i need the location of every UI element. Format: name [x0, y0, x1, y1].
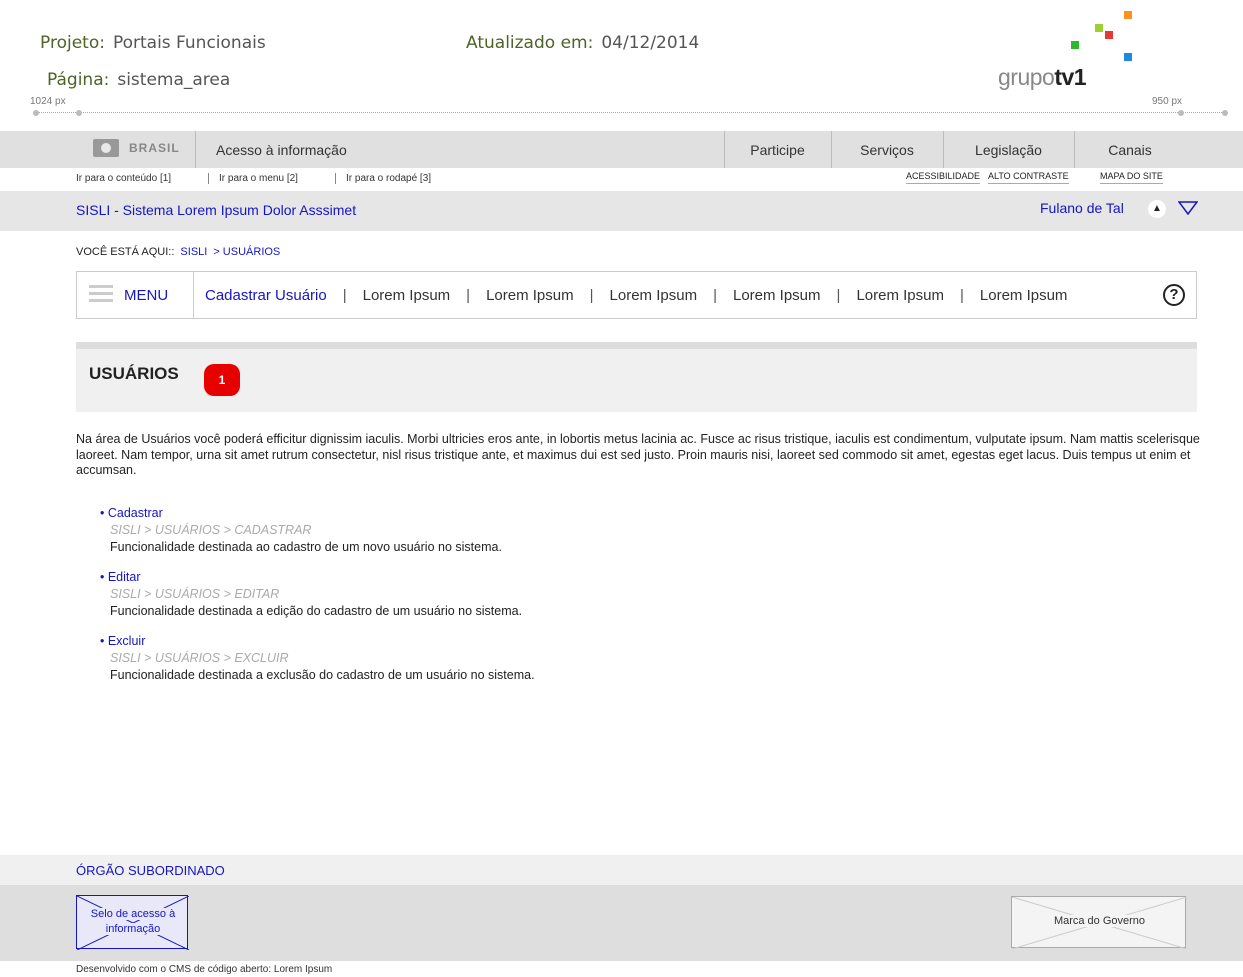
page-title: USUÁRIOS	[89, 364, 179, 383]
system-bar: SISLI - Sistema Lorem Ipsum Dolor Asssim…	[0, 191, 1243, 231]
feature-item: • Cadastrar SISLI > USUÁRIOS > CADASTRAR…	[100, 505, 502, 556]
menu-item[interactable]: Lorem Ipsum	[856, 287, 944, 304]
developed-with-text: Desenvolvido com o CMS de código aberto:…	[76, 964, 333, 975]
nav-canais[interactable]: Canais	[1074, 142, 1186, 158]
ruler-dot	[1178, 110, 1184, 116]
page-annotation: Página: sistema_area	[47, 70, 231, 90]
feature-path: SISLI > USUÁRIOS > EDITAR	[110, 587, 280, 601]
ruler-left-label: 1024 px	[30, 96, 66, 107]
accessibility-bar: Ir para o conteúdo [1] Ir para o menu [2…	[0, 168, 1243, 190]
ruler-dot	[76, 110, 82, 116]
brasil-label: BRASIL	[129, 141, 180, 155]
skip-to-footer-link[interactable]: Ir para o rodapé [3]	[335, 173, 431, 184]
menu-separator: |	[466, 287, 471, 304]
access-seal-placeholder[interactable]: Selo de acesso à informação	[76, 895, 189, 950]
skip-to-menu-link[interactable]: Ir para o menu [2]	[208, 173, 298, 184]
user-icon[interactable]: ▲	[1148, 200, 1166, 218]
section-header: USUÁRIOS 1	[76, 349, 1197, 412]
ruler-dot	[33, 110, 39, 116]
feature-link-cadastrar[interactable]: • Cadastrar	[100, 505, 502, 522]
feature-description: Funcionalidade destinada ao cadastro de …	[110, 540, 502, 554]
annotation-badge: 1	[204, 364, 240, 396]
menu-separator: |	[342, 287, 347, 304]
breadcrumb-sisli[interactable]: SISLI	[180, 246, 207, 258]
menu-item[interactable]: Lorem Ipsum	[980, 287, 1068, 304]
menu-separator: |	[959, 287, 964, 304]
feature-item: • Editar SISLI > USUÁRIOS > EDITAR Funci…	[100, 569, 522, 620]
breadcrumb-usuarios[interactable]: > USUÁRIOS	[213, 246, 280, 258]
menu-separator: |	[836, 287, 841, 304]
grupotv1-logo: grupotv1	[998, 6, 1138, 94]
section-rule	[76, 342, 1197, 349]
high-contrast-link[interactable]: ALTO CONTRASTE	[988, 171, 1069, 184]
feature-path: SISLI > USUÁRIOS > EXCLUIR	[110, 651, 289, 665]
menu-label: MENU	[124, 287, 169, 304]
org-bar: ÓRGÃO SUBORDINADO	[0, 855, 1243, 885]
intro-text: Na área de Usuários você poderá efficitu…	[76, 432, 1200, 477]
acesso-informacao-link[interactable]: Acesso à informação	[216, 142, 347, 158]
menu-item[interactable]: Lorem Ipsum	[610, 287, 698, 304]
site-map-link[interactable]: MAPA DO SITE	[1100, 171, 1163, 184]
menu-item[interactable]: Lorem Ipsum	[486, 287, 574, 304]
divider	[195, 131, 196, 168]
menu-item-cadastrar-usuario[interactable]: Cadastrar Usuário	[205, 287, 327, 304]
feature-path: SISLI > USUÁRIOS > CADASTRAR	[110, 523, 312, 537]
feature-link-excluir[interactable]: • Excluir	[100, 633, 535, 650]
feature-item: • Excluir SISLI > USUÁRIOS > EXCLUIR Fun…	[100, 633, 535, 684]
nav-legislacao[interactable]: Legislação	[943, 142, 1074, 158]
chevron-down-icon[interactable]	[1178, 201, 1198, 215]
accessibility-link[interactable]: ACESSIBILIDADE	[906, 171, 981, 184]
user-name[interactable]: Fulano de Tal	[1040, 200, 1124, 216]
brand-label: Marca do Governo	[1012, 915, 1187, 927]
logo-text: grupotv1	[998, 64, 1087, 90]
system-title[interactable]: SISLI - Sistema Lorem Ipsum Dolor Asssim…	[76, 202, 356, 218]
menu-items: Cadastrar Usuário | Lorem Ipsum | Lorem Ipsu…	[205, 287, 1067, 304]
main-menu-bar: MENU Cadastrar Usuário | Lorem Ipsum | Lorem…	[76, 271, 1197, 319]
hamburger-icon	[89, 285, 113, 303]
government-brand-placeholder[interactable]: Marca do Governo	[1011, 896, 1187, 949]
org-subordinado-link[interactable]: ÓRGÃO SUBORDINADO	[76, 863, 225, 878]
skip-to-content-link[interactable]: Ir para o conteúdo [1]	[76, 173, 171, 184]
menu-button[interactable]: MENU	[77, 272, 194, 318]
feature-description: Funcionalidade destinada a exclusão do c…	[110, 668, 535, 682]
updated-annotation: Atualizado em: 04/12/2014	[466, 33, 700, 53]
breadcrumb-label: VOCÊ ESTÁ AQUI::	[76, 246, 175, 258]
brasil-flag-icon	[93, 139, 119, 157]
feature-link-editar[interactable]: • Editar	[100, 569, 522, 586]
width-ruler	[36, 112, 1226, 113]
help-icon[interactable]: ?	[1163, 284, 1185, 306]
menu-separator: |	[589, 287, 594, 304]
feature-description: Funcionalidade destinada a edição do cad…	[110, 604, 523, 618]
government-bar: BRASIL Acesso à informação Participe Ser…	[0, 131, 1243, 168]
seal-label: Selo de acesso à informação	[90, 908, 176, 935]
brasil-link[interactable]: BRASIL	[93, 139, 180, 157]
footer: Selo de acesso à informação Marca do Gove…	[0, 885, 1243, 961]
menu-item[interactable]: Lorem Ipsum	[363, 287, 451, 304]
ruler-dot	[1222, 110, 1228, 116]
menu-item[interactable]: Lorem Ipsum	[733, 287, 821, 304]
breadcrumb: VOCÊ ESTÁ AQUI:: SISLI > USUÁRIOS	[76, 246, 280, 258]
nav-servicos[interactable]: Serviços	[831, 142, 943, 158]
menu-separator: |	[713, 287, 717, 304]
ruler-right-label: 950 px	[1152, 96, 1183, 107]
nav-participe[interactable]: Participe	[724, 142, 831, 158]
project-annotation: Projeto: Portais Funcionais	[40, 33, 266, 53]
